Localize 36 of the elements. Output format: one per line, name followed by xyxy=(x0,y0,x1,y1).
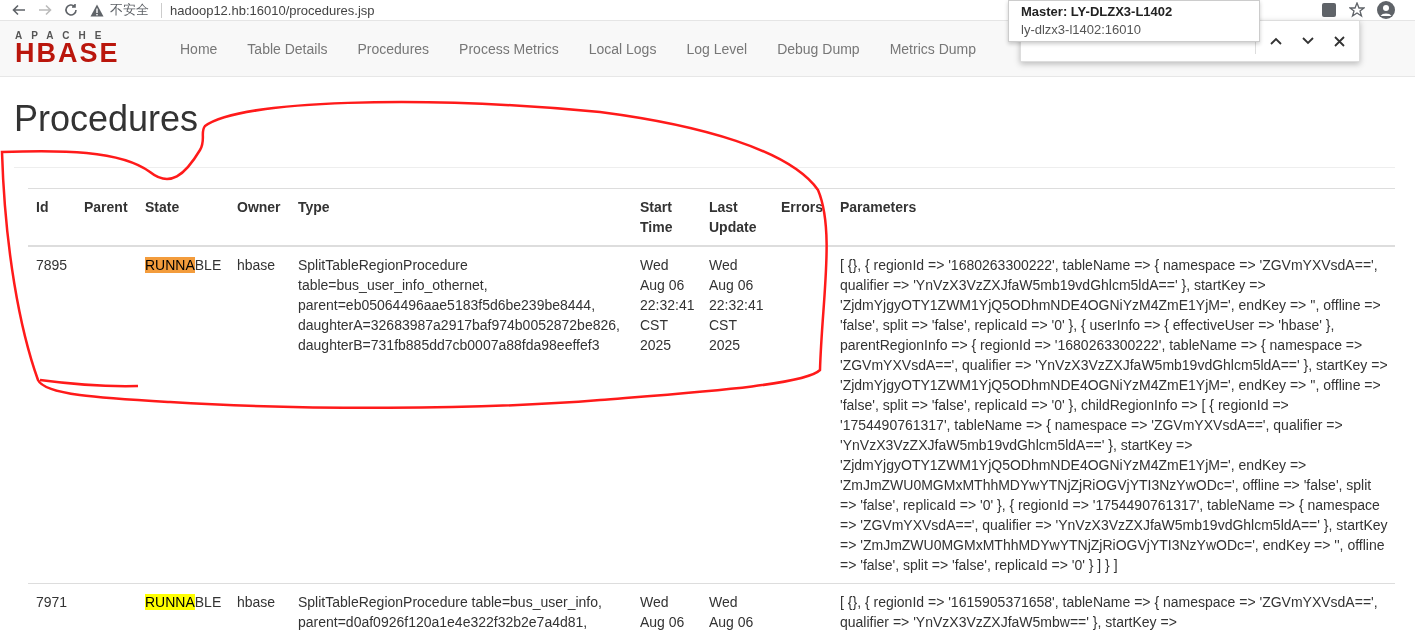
page-heading: Procedures xyxy=(14,97,200,141)
table-cell: Wed Aug 06 xyxy=(640,594,685,630)
nav-link[interactable]: Debug Dump xyxy=(762,40,875,57)
tooltip-title: Master: LY-DLZX3-L1402 xyxy=(1021,3,1174,21)
table-cell: Wed Aug 06 22:32:41 CST 2025 xyxy=(640,257,695,353)
search-match-highlight: RUNNA xyxy=(145,257,195,273)
nav-link[interactable]: Procedures xyxy=(342,40,445,57)
table-cell: SplitTableRegionProcedure table=bus_user_info_othernet, parent=eb05064496aae5183f5d6be239be8444, daughterA=32683987a2917baf974b0052872be826, daughterB=731fb885dd7cb0007a88fda98eeffef3 xyxy=(298,257,620,353)
nav-link[interactable]: Log Level xyxy=(671,40,763,57)
table-cell: [ {}, { regionId => '1615905371658', tableName => { namespace => 'ZGVmYXVsdA==', qualifier => 'YnVzX3VzZXJfaW5mbw==' }, startKey => xyxy=(840,594,1378,630)
column-header: Parameters xyxy=(840,199,917,215)
column-header: Id xyxy=(36,199,49,215)
security-label: 不安全 xyxy=(110,1,149,19)
column-header: Last Update xyxy=(709,199,757,235)
table-cell: SplitTableRegionProcedure table=bus_user_info, parent=d0af0926f120a1e4e322f32b2e7a4d81, xyxy=(298,594,602,630)
column-header: State xyxy=(145,199,180,215)
table-cell: Wed Aug 06 xyxy=(709,594,754,630)
nav-link[interactable]: Metrics Dump xyxy=(874,40,991,57)
table-cell: hbase xyxy=(237,594,276,610)
column-header: Type xyxy=(298,199,330,215)
column-header: Owner xyxy=(237,199,281,215)
hbase-logo[interactable]: APACHE HBASE xyxy=(15,30,151,67)
nav-link[interactable]: Table Details xyxy=(232,40,343,57)
table-cell: Wed Aug 06 22:32:41 CST 2025 xyxy=(709,257,764,353)
address-bar-url[interactable]: hadoop12.hb:16010/procedures.jsp xyxy=(161,2,375,18)
table-cell: hbase xyxy=(237,257,276,273)
table-cell: 7971 xyxy=(36,594,68,610)
table-cell: [ {}, { regionId => '1680263300222', tableName => { namespace => 'ZGVmYXVsdA==', qualifier => 'YnVzX3VzZXJfaW5mb19vdGhlcm5ldA==' }, startKey => 'ZjdmYjgyOTY1ZWM1YjQ5ODhmNDE4OGNiYzM4ZmE1YjM=', endKey => '', offline => 'false', split => 'false', replicaId => '0' }, { userInfo => { effectiveUser => 'hbase' }, parentRegionInfo => { regionId => '1680263300222', tableName => { namespace => 'ZGVmYXVsdA==', qualifier => 'YnVzX3VzZXJfaW5mb19vdGhlcm5ldA==' }, startKey => 'ZjdmYjgyOTY1ZWM1YjQ5ODhmNDE4OGNiYzM4ZmE1YjM=', endKey => '', offline => 'false', split => 'false', replicaId => '0' }, childRegionInfo => [ { regionId => '1754490761317', tableName => { namespace => 'ZGVmYXVsdA==', qualifier => 'YnVzX3VzZXJfaW5mb19vdGhlcm5ldA==' }, startKey => 'ZjdmYjgyOTY1ZWM1YjQ5ODhmNDE4OGNiYzM4ZmE1YjM=', endKey => 'ZmJmZWU0MGMxMThhMDYwYTNjZjRiOGVjYTI3NzYwODc=', offline => 'false', split => 'false', replicaId => '0' }, { regionId => '1754490761317', tableName => { namespace => 'ZGVmYXVsdA==', qualifier => 'YnVzX3VzZXJfaW5mb19vdGhlcm5ldA==' }, startKey => 'ZmJmZWU0MGMxMThhMDYwYTNjZjRiOGVjYTI3NzYwODc=', endKey => '', offline => 'false', split => 'false', replicaId => '0' } ] } ] xyxy=(840,257,1388,573)
search-match-highlight: RUNNA xyxy=(145,594,195,610)
column-header: Start Time xyxy=(640,199,673,235)
table-cell: 7895 xyxy=(36,257,68,273)
tooltip-address: ly-dlzx3-l1402:16010 xyxy=(1021,21,1142,39)
nav-link[interactable]: Local Logs xyxy=(573,40,672,57)
nav-link[interactable]: Process Metrics xyxy=(444,40,574,57)
nav-link[interactable]: Home xyxy=(165,40,233,57)
column-header: Parent xyxy=(84,199,128,215)
